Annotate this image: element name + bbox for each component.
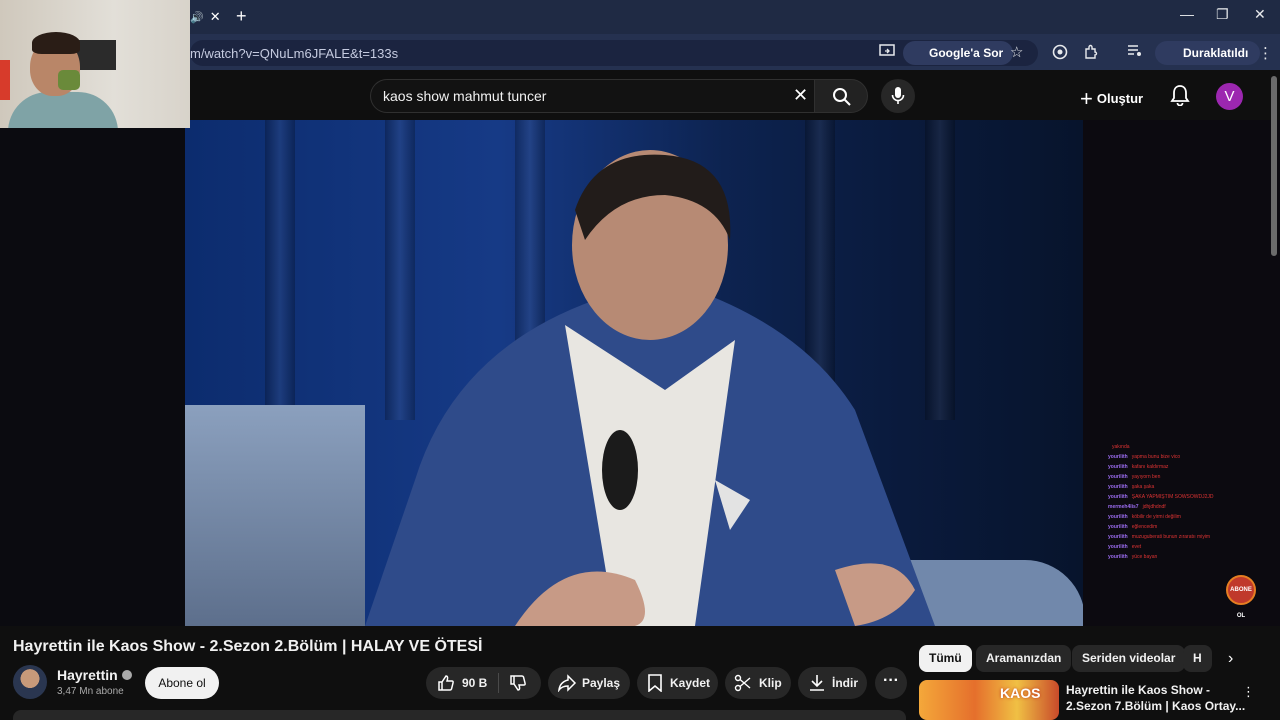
save-button[interactable]: Kaydet [637,667,718,699]
share-icon [557,674,577,692]
restore-icon[interactable]: ❐ [1216,6,1229,23]
verified-icon [121,670,132,680]
plus-icon: + [1080,86,1093,111]
dislike-icon[interactable] [509,674,527,692]
channel-name[interactable]: Hayrettin [57,667,132,683]
chat-line: yourilith şaka şaka [1108,484,1155,490]
scissors-icon [734,674,751,692]
account-avatar[interactable]: V [1216,83,1243,110]
minimize-icon[interactable]: — [1180,6,1194,22]
browser-tab[interactable]: 🔊 ✕ [188,4,228,30]
extension-circle-icon[interactable] [1052,44,1068,64]
recommendation-title[interactable]: Hayrettin ile Kaos Show - 2.Sezon 7.Bölü… [1066,682,1246,714]
media-control-icon[interactable] [1127,44,1143,62]
search-icon [833,88,851,106]
bookmark-star-icon[interactable]: ☆ [1010,43,1023,61]
chat-line: yakında [1112,444,1130,450]
share-button[interactable]: Paylaş [548,667,630,699]
close-tab-icon[interactable]: ✕ [210,9,221,25]
bookmark-icon [648,674,662,692]
chip-more[interactable]: H [1183,645,1212,672]
chat-line: yourilith eğlencedim [1108,524,1158,530]
chat-line: yourilith yapma bunu bize vico [1108,454,1181,460]
chat-line: yourilith muzuguberati bunun zıraratıı mi… [1108,534,1211,540]
url-text[interactable]: m/watch?v=QNuLm6JFALE&t=133s [190,46,398,61]
microphone-icon [891,87,905,104]
chat-line: yourilith ŞAKA YAPMIŞTIM SOWSOWDJ2JD [1108,494,1214,500]
chat-line: yourilith evet [1108,544,1142,550]
video-player[interactable] [0,120,1280,626]
description-box[interactable] [13,710,906,720]
recommendation-menu-icon[interactable]: ⋮ [1242,684,1255,700]
subscribe-button[interactable]: Abone ol [145,667,219,699]
chat-line: mermeh4lis7 jdhjdhdndf [1108,504,1166,510]
guest-figure [365,150,935,626]
create-button[interactable]: + Oluştur [1080,86,1143,112]
video-title: Hayrettin ile Kaos Show - 2.Sezon 2.Bölü… [13,638,483,655]
chip-from-search[interactable]: Aramanızdan [976,645,1072,672]
search-button[interactable] [814,79,868,113]
page-scrollbar[interactable] [1271,76,1277,256]
browser-menu-icon[interactable]: ⋮ [1258,44,1273,62]
subscriber-count: 3,47 Mn abone [57,686,124,697]
google-sor-button[interactable]: Google'a Sor [903,41,1014,65]
chat-line: yourilith yayıyorn ben [1108,474,1161,480]
chat-line: yourilith köbilir de yirmi değilim [1108,514,1181,520]
chip-series[interactable]: Seriden videolar [1072,645,1186,672]
thumbnail-logo-text: KAOS [1000,685,1041,701]
chevron-right-icon[interactable]: › [1228,650,1233,668]
subscribe-badge-overlay: ABONE OL [1226,575,1256,619]
download-button[interactable]: İndir [798,667,867,699]
like-icon[interactable] [437,674,455,692]
voice-search-button[interactable] [881,79,915,113]
chat-line: yourilith kafanı kaldırmaz [1108,464,1169,470]
channel-avatar[interactable] [13,665,47,699]
stream-chat-overlay: yakında yourilith yapma bunu bize vico yo… [1108,442,1278,562]
more-actions-icon[interactable]: ··· [875,667,907,699]
window-close-icon[interactable]: ✕ [1254,6,1266,23]
chip-all[interactable]: Tümü [919,645,972,672]
cast-icon[interactable] [879,44,895,62]
speaker-icon: 🔊 [190,11,204,24]
clip-button[interactable]: Klip [725,667,791,699]
new-tab-button[interactable]: + [236,6,247,27]
drinking-cup [58,70,80,90]
background-tv [74,40,116,70]
video-frame [185,120,1083,626]
search-query[interactable]: kaos show mahmut tuncer [383,88,546,104]
clear-search-icon[interactable]: ✕ [793,85,808,106]
download-icon [810,675,824,691]
like-count[interactable]: 90 B [462,667,487,699]
notifications-bell-icon[interactable] [1170,84,1190,111]
like-dislike-group: 90 B [426,667,541,699]
profile-button[interactable]: Duraklatıldı [1155,41,1261,65]
chat-line: yourilith yüce bayan [1108,554,1158,560]
webcam-overlay [0,0,190,128]
extensions-puzzle-icon[interactable] [1083,44,1099,64]
